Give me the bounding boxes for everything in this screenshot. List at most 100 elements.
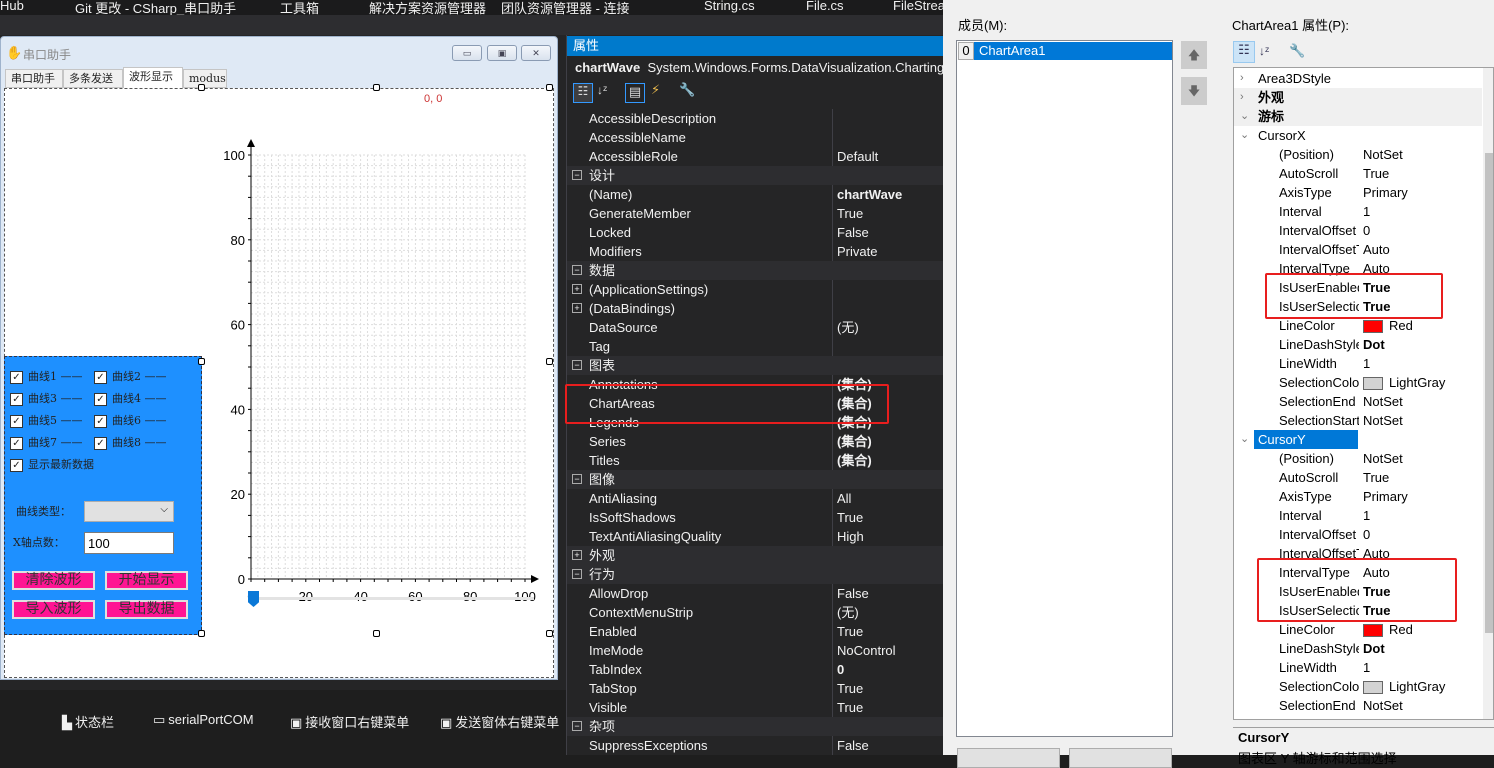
sort-alpha-icon[interactable]: ↓ᶻ [597,83,607,97]
property-value[interactable]: False [837,584,869,603]
tab-4[interactable]: modus [183,69,227,88]
property-row[interactable]: ImeMode NoControl [567,641,944,660]
resize-handle[interactable] [373,84,380,91]
property-category[interactable]: ⌄ CursorX [1234,126,1482,145]
property-pages-icon[interactable]: 🔧 [679,82,695,98]
property-value[interactable]: NoControl [837,641,896,660]
property-value[interactable]: Dot [1363,639,1385,658]
collapse-icon[interactable]: − [572,569,582,579]
property-row[interactable]: AutoScroll True [1234,164,1482,183]
property-category[interactable]: + 外观 [567,546,944,565]
vs-tab[interactable]: FileStrea [893,0,943,13]
start-display-button[interactable]: 开始显示 [105,571,188,590]
property-value[interactable]: NotSet [1363,392,1403,411]
chevron-icon[interactable]: › [1240,88,1244,107]
property-category[interactable]: ⌄ CursorY [1234,430,1482,449]
property-row[interactable]: Visible True [567,698,944,717]
close-button[interactable]: ✕ [521,45,551,61]
chartarea-property-grid[interactable]: › Area3DStyle › 外观 ⌄ 游标 ⌄ CursorX (Position) NotS… [1233,67,1494,720]
property-value[interactable]: 0 [837,660,844,679]
property-row[interactable]: SelectionEnd NotSet [1234,696,1482,715]
properties-icon[interactable]: ▤ [625,83,645,103]
chevron-icon[interactable]: › [1240,69,1244,88]
vs-tab[interactable]: Git 更改 - CSharp_串口助手 [75,0,236,15]
vs-tab[interactable]: 团队资源管理器 - 连接 [501,0,630,15]
property-row[interactable]: Interval 1 [1234,506,1482,525]
property-row[interactable]: AxisType Primary [1234,183,1482,202]
property-row[interactable]: SelectionStart NotSet [1234,411,1482,430]
property-value[interactable]: Private [837,242,877,261]
vs-tab[interactable]: 解决方案资源管理器 [369,0,486,15]
slider-track[interactable] [248,597,534,600]
maximize-button[interactable]: ▣ [487,45,517,61]
property-value[interactable]: Red [1363,620,1413,639]
property-value[interactable]: (集合) [837,432,872,451]
property-row[interactable]: TextAntiAliasingQuality High [567,527,944,546]
property-value[interactable]: Primary [1363,487,1408,506]
property-category[interactable]: ⌄ 游标 [1234,107,1482,126]
property-row[interactable]: ContextMenuStrip (无) [567,603,944,622]
curve-checkbox[interactable]: ✓ 曲线3 —— [10,390,83,406]
property-category[interactable]: − 数据 [567,261,944,280]
property-value[interactable]: True [837,508,863,527]
categorized-icon[interactable]: ☷ [1233,41,1255,63]
property-row[interactable]: LineColor Red [1234,620,1482,639]
x-points-input[interactable] [84,532,174,554]
curve-checkbox[interactable]: ✓ 曲线2 —— [94,368,167,384]
property-row[interactable]: AntiAliasing All [567,489,944,508]
curve-checkbox[interactable]: ✓ 曲线1 —— [10,368,83,384]
property-value[interactable]: 1 [1363,354,1370,373]
tray-component[interactable]: ▣ 发送窗体右键菜单 [440,712,559,731]
property-row[interactable]: AccessibleRole Default [567,147,944,166]
chevron-icon[interactable]: ⌄ [1240,107,1249,126]
property-row[interactable]: AxisType Primary [1234,487,1482,506]
clear-waveform-button[interactable]: 清除波形 [12,571,95,590]
vs-tab[interactable]: 工具箱 [280,0,319,15]
property-row[interactable]: LineDashStyle Dot [1234,335,1482,354]
property-row[interactable]: IsSoftShadows True [567,508,944,527]
property-value[interactable]: Primary [1363,183,1408,202]
resize-handle[interactable] [546,358,553,365]
show-latest-checkbox[interactable]: ✓ 显示最新数据 [10,456,94,472]
property-value[interactable]: NotSet [1363,411,1403,430]
property-row[interactable]: AutoScroll True [1234,468,1482,487]
sort-alpha-icon[interactable]: ↓ᶻ [1259,44,1269,58]
resize-handle[interactable] [198,630,205,637]
expand-icon[interactable]: + [572,284,582,294]
form-window[interactable]: ✋ 串口助手 ▭ ▣ ✕ 串口助手 多条发送 波形显示 modus ✓ 曲线1 —— ✓ 曲… [0,36,558,680]
property-value[interactable]: True [1363,164,1389,183]
collapse-icon[interactable]: − [572,360,582,370]
property-row[interactable]: TabIndex 0 [567,660,944,679]
collapse-icon[interactable]: − [572,170,582,180]
object-selector[interactable]: chartWave System.Windows.Forms.DataVisua… [575,60,944,75]
chevron-icon[interactable]: ⌄ [1240,430,1249,449]
property-value[interactable]: NotSet [1363,449,1403,468]
collapse-icon[interactable]: + [572,550,582,560]
import-waveform-button[interactable]: 导入波形 [12,600,95,619]
property-row[interactable]: (Name) chartWave [567,185,944,204]
property-row[interactable]: Series (集合) [567,432,944,451]
tab-3[interactable]: 波形显示 [123,67,183,88]
property-category[interactable]: − 图像 [567,470,944,489]
curve-checkbox[interactable]: ✓ 曲线4 —— [94,390,167,406]
property-category[interactable]: › 外观 [1234,88,1482,107]
resize-handle[interactable] [546,630,553,637]
curve-checkbox[interactable]: ✓ 曲线7 —— [10,434,83,450]
tab-1[interactable]: 串口助手 [5,69,63,88]
property-row[interactable]: Tag [567,337,944,356]
tab-2[interactable]: 多条发送 [63,69,123,88]
resize-handle[interactable] [198,358,205,365]
property-row[interactable]: TabStop True [567,679,944,698]
property-row[interactable]: (Position) NotSet [1234,449,1482,468]
property-row[interactable]: Modifiers Private [567,242,944,261]
property-value[interactable]: 1 [1363,658,1370,677]
remove-button[interactable] [1069,748,1172,768]
scrollbar[interactable] [1483,68,1493,719]
member-item[interactable]: 0 ChartArea1 [958,42,1172,60]
property-row[interactable]: Enabled True [567,622,944,641]
property-value[interactable]: True [837,622,863,641]
chevron-icon[interactable]: ⌄ [1240,126,1249,145]
property-value[interactable]: High [837,527,864,546]
property-value[interactable]: Default [837,147,878,166]
move-down-button[interactable]: 🡇 [1181,77,1207,105]
